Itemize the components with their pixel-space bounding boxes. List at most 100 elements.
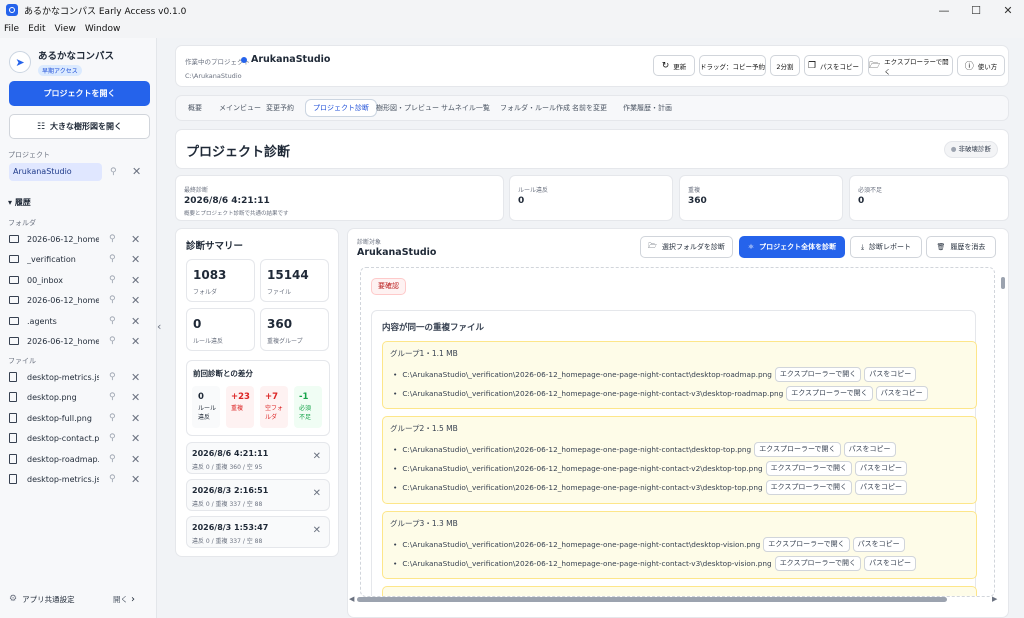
tab-rename[interactable]: 名前を変更 bbox=[572, 103, 607, 113]
report-button[interactable]: ⤓ 診断レポート bbox=[850, 236, 922, 258]
pin-icon[interactable]: ⚲ bbox=[109, 295, 116, 305]
pin-icon[interactable]: ⚲ bbox=[109, 454, 116, 464]
remove-icon[interactable]: ✕ bbox=[131, 473, 140, 486]
app-settings-open[interactable]: 開く bbox=[113, 594, 128, 605]
project-header: 作業中のプロジェクト ArukanaStudio C:\ArukanaStudi… bbox=[175, 45, 1009, 87]
history-file-item[interactable]: desktop-metrics.js... ⚲ ✕ bbox=[9, 368, 149, 386]
open-project-button[interactable]: プロジェクトを開く bbox=[9, 81, 150, 106]
collapse-sidebar-icon[interactable]: ‹ bbox=[157, 320, 161, 333]
delete-history-icon[interactable]: ✕ bbox=[313, 451, 321, 462]
history-file-item[interactable]: desktop.png ⚲ ✕ bbox=[9, 388, 149, 406]
copy-path-button[interactable]: パスをコピー bbox=[852, 536, 905, 552]
drag-copy-reserve-button[interactable]: ドラッグ：コピー予約 bbox=[699, 55, 766, 76]
vertical-scrollbar[interactable] bbox=[1001, 277, 1005, 289]
tab-work-history[interactable]: 作業履歴・計画 bbox=[623, 103, 672, 113]
scroll-left-icon[interactable]: ◀ bbox=[349, 595, 354, 603]
history-file-item[interactable]: desktop-contact.p... ⚲ ✕ bbox=[9, 429, 149, 447]
remove-icon[interactable]: ✕ bbox=[131, 371, 140, 384]
pin-icon[interactable]: ⚲ bbox=[109, 392, 116, 402]
history-file-item[interactable]: desktop-metrics.js... ⚲ ✕ bbox=[9, 470, 149, 488]
history-folder-item[interactable]: _verification ⚲ ✕ bbox=[9, 250, 149, 268]
pin-icon[interactable]: ⚲ bbox=[110, 167, 117, 177]
tab-main-view[interactable]: メインビュー bbox=[219, 103, 261, 113]
menu-file[interactable]: File bbox=[4, 24, 19, 34]
open-explorer-button[interactable]: エクスプローラーで開く bbox=[765, 460, 852, 476]
open-explorer-button[interactable]: エクスプローラーで開く bbox=[786, 385, 873, 401]
history-entry[interactable]: 2026/8/3 2:16:51 違反 0 / 重複 337 / 空 88 ✕ bbox=[186, 479, 330, 511]
history-file-item[interactable]: desktop-roadmap... ⚲ ✕ bbox=[9, 450, 149, 468]
open-tree-button[interactable]: ☷ 大きな樹形図を開く bbox=[9, 114, 150, 139]
refresh-button[interactable]: ↻ 更新 bbox=[653, 55, 695, 76]
menu-edit[interactable]: Edit bbox=[28, 24, 45, 34]
scroll-right-icon[interactable]: ▶ bbox=[992, 595, 997, 603]
summary-title: 診断サマリー bbox=[186, 241, 244, 252]
open-explorer-button[interactable]: 🗁 エクスプローラーで開く bbox=[868, 55, 953, 76]
pin-icon[interactable]: ⚲ bbox=[109, 433, 116, 443]
history-folder-item[interactable]: .agents ⚲ ✕ bbox=[9, 312, 149, 330]
history-folder-item[interactable]: 2026-06-12_home... ⚲ ✕ bbox=[9, 291, 149, 309]
history-folder-item[interactable]: 2026-06-12_home... ⚲ ✕ bbox=[9, 332, 149, 350]
pin-icon[interactable]: ⚲ bbox=[109, 372, 116, 382]
history-folder-item[interactable]: 00_inbox ⚲ ✕ bbox=[9, 271, 149, 289]
tab-project-diagnosis[interactable]: プロジェクト診断 bbox=[305, 99, 377, 117]
split-view-button[interactable]: 2分割 bbox=[770, 55, 800, 76]
tab-folder-rules[interactable]: フォルダ・ルール作成 bbox=[500, 103, 570, 113]
history-file-item[interactable]: desktop-full.png ⚲ ✕ bbox=[9, 409, 149, 427]
pin-icon[interactable]: ⚲ bbox=[109, 413, 116, 423]
remove-icon[interactable]: ✕ bbox=[131, 233, 140, 246]
diagnose-project-button[interactable]: ⚛ プロジェクト全体を診断 bbox=[739, 236, 845, 258]
copy-path-button[interactable]: パスをコピー bbox=[843, 441, 896, 457]
delete-history-icon[interactable]: ✕ bbox=[313, 488, 321, 499]
clear-history-button[interactable]: 🗑 履歴を消去 bbox=[926, 236, 996, 258]
remove-icon[interactable]: ✕ bbox=[131, 453, 140, 466]
pin-icon[interactable]: ⚲ bbox=[109, 275, 116, 285]
copy-path-button[interactable]: パスをコピー bbox=[864, 555, 917, 571]
history-entry[interactable]: 2026/8/3 1:53:47 違反 0 / 重複 337 / 空 88 ✕ bbox=[186, 516, 330, 548]
project-item[interactable]: ArukanaStudio bbox=[9, 163, 102, 181]
help-button[interactable]: ⓘ 使い方 bbox=[957, 55, 1005, 76]
remove-icon[interactable]: ✕ bbox=[131, 315, 140, 328]
results-scroll-area[interactable]: 要確認 内容が同一の重複ファイル グループ1・1.1 MB • C:\Arukan… bbox=[360, 267, 995, 597]
remove-icon[interactable]: ✕ bbox=[131, 432, 140, 445]
minimize-icon[interactable]: — bbox=[928, 0, 960, 20]
app-settings-label: アプリ共通設定 bbox=[22, 594, 75, 604]
history-header[interactable]: ▾ 履歴 bbox=[8, 197, 31, 208]
app-settings-row[interactable]: ⚙ アプリ共通設定 開く › bbox=[9, 590, 151, 608]
history-entry[interactable]: 2026/8/6 4:21:11 違反 0 / 重複 360 / 空 95 ✕ bbox=[186, 442, 330, 474]
horizontal-scrollbar[interactable] bbox=[357, 597, 947, 602]
pin-icon[interactable]: ⚲ bbox=[109, 254, 116, 264]
tab-thumbnails[interactable]: サムネイル一覧 bbox=[441, 103, 490, 113]
copy-path-button[interactable]: ❐ パスをコピー bbox=[804, 55, 863, 76]
pin-icon[interactable]: ⚲ bbox=[109, 316, 116, 326]
menu-view[interactable]: View bbox=[55, 24, 76, 34]
pin-icon[interactable]: ⚲ bbox=[109, 234, 116, 244]
remove-icon[interactable]: ✕ bbox=[131, 274, 140, 287]
history-folder-item[interactable]: 2026-06-12_home... ⚲ ✕ bbox=[9, 230, 149, 248]
history-date: 2026/8/6 4:21:11 bbox=[192, 449, 269, 458]
tab-tree-preview[interactable]: 樹形図・プレビュー bbox=[376, 103, 439, 113]
remove-project-icon[interactable]: ✕ bbox=[132, 165, 141, 178]
close-icon[interactable]: ✕ bbox=[992, 0, 1024, 20]
delete-history-icon[interactable]: ✕ bbox=[313, 525, 321, 536]
copy-path-button[interactable]: パスをコピー bbox=[854, 479, 907, 495]
maximize-icon[interactable]: ☐ bbox=[960, 0, 992, 20]
remove-icon[interactable]: ✕ bbox=[131, 412, 140, 425]
copy-path-button[interactable]: パスをコピー bbox=[864, 366, 917, 382]
remove-icon[interactable]: ✕ bbox=[131, 253, 140, 266]
open-explorer-button[interactable]: エクスプローラーで開く bbox=[765, 479, 852, 495]
copy-path-button[interactable]: パスをコピー bbox=[875, 385, 928, 401]
open-explorer-button[interactable]: エクスプローラーで開く bbox=[774, 555, 862, 571]
tab-change-reservation[interactable]: 変更予約 bbox=[266, 103, 294, 113]
remove-icon[interactable]: ✕ bbox=[131, 391, 140, 404]
pin-icon[interactable]: ⚲ bbox=[109, 474, 116, 484]
tab-overview[interactable]: 概要 bbox=[188, 103, 202, 113]
copy-path-button[interactable]: パスをコピー bbox=[854, 460, 907, 476]
open-explorer-button[interactable]: エクスプローラーで開く bbox=[754, 441, 841, 457]
open-explorer-button[interactable]: エクスプローラーで開く bbox=[763, 536, 850, 552]
menu-window[interactable]: Window bbox=[85, 24, 121, 34]
open-explorer-button[interactable]: エクスプローラーで開く bbox=[774, 366, 862, 382]
remove-icon[interactable]: ✕ bbox=[131, 335, 140, 348]
remove-icon[interactable]: ✕ bbox=[131, 294, 140, 307]
diagnose-selected-folder-button[interactable]: 🗁 選択フォルダを診断 bbox=[640, 236, 733, 258]
pin-icon[interactable]: ⚲ bbox=[109, 336, 116, 346]
